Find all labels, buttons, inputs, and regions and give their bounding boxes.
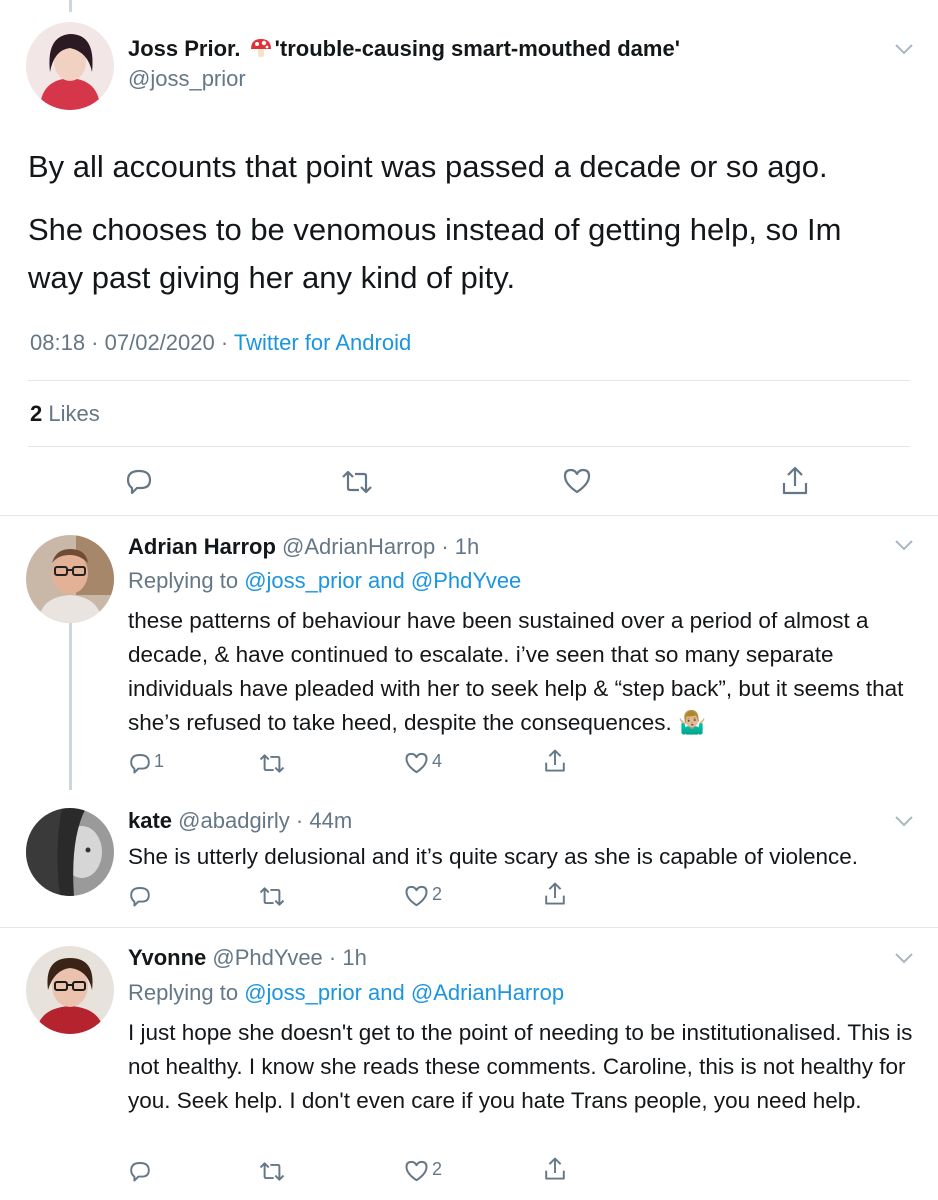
thread-line-adrian-kate [69, 622, 72, 790]
reply-icon[interactable] [128, 884, 152, 908]
like-icon[interactable] [404, 1159, 429, 1183]
mention-link[interactable]: @PhdYvee [411, 568, 521, 593]
reply-count: 1 [154, 751, 165, 771]
chevron-down-icon[interactable] [893, 951, 915, 965]
chevron-down-icon[interactable] [893, 814, 915, 828]
reply-icon[interactable] [128, 1159, 152, 1183]
retweet-icon[interactable] [340, 468, 374, 496]
display-name[interactable]: Adrian Harrop [128, 534, 276, 559]
reply-text: I just hope she doesn't get to the point… [128, 1020, 913, 1113]
tweet-text-paragraph-2: She chooses to be venomous instead of ge… [28, 212, 842, 295]
replying-label: Replying to [128, 980, 239, 1005]
separator-dot: · [322, 945, 343, 970]
display-name-suffix: 'trouble-causing smart-mouthed dame' [274, 36, 680, 61]
adrian-avatar[interactable] [26, 535, 114, 623]
joss-handle[interactable]: @joss_prior [128, 66, 246, 92]
retweet-icon[interactable] [258, 752, 286, 775]
thread-line-top [69, 0, 72, 12]
display-name: Joss Prior. [128, 36, 241, 61]
display-name[interactable]: Yvonne [128, 945, 206, 970]
adrian-header: Adrian Harrop @AdrianHarrop · 1h [128, 534, 479, 560]
shrug-emoji-icon: 🤷🏼‍♂️ [677, 710, 706, 735]
likes-label: Likes [48, 401, 100, 426]
mention-link[interactable]: @joss_prior [244, 980, 362, 1005]
tweet-date[interactable]: 07/02/2020 [105, 330, 215, 355]
joss-avatar[interactable] [26, 22, 114, 110]
handle[interactable]: @PhdYvee [212, 945, 322, 970]
mushroom-emoji-icon [249, 37, 273, 65]
timestamp[interactable]: 44m [309, 808, 352, 833]
handle[interactable]: @abadgirly [178, 808, 290, 833]
tweet-source[interactable]: Twitter for Android [234, 330, 411, 355]
kate-avatar[interactable] [26, 808, 114, 896]
share-icon[interactable] [543, 1156, 567, 1182]
like-icon[interactable] [404, 884, 429, 908]
replying-to: Replying to @joss_prior and @AdrianHarro… [128, 980, 564, 1006]
reply-text: She is utterly delusional and it’s quite… [128, 844, 858, 869]
share-icon[interactable] [543, 748, 567, 774]
tweet-text-paragraph-1: By all accounts that point was passed a … [28, 149, 828, 184]
divider [28, 446, 910, 447]
display-name[interactable]: kate [128, 808, 172, 833]
replying-label: Replying to [128, 568, 239, 593]
timestamp[interactable]: 1h [342, 945, 366, 970]
yvonne-header: Yvonne @PhdYvee · 1h [128, 945, 367, 971]
retweet-icon[interactable] [258, 885, 286, 908]
tweet-meta: 08:18 · 07/02/2020 · Twitter for Android [30, 330, 412, 355]
likes-count: 2 [30, 401, 43, 426]
reply-icon[interactable] [128, 751, 152, 775]
reply-body: these patterns of behaviour have been su… [128, 608, 904, 735]
like-count: 2 [432, 884, 443, 904]
share-icon[interactable] [543, 881, 567, 907]
like-icon[interactable] [404, 751, 429, 775]
mention-link[interactable]: @joss_prior [244, 568, 362, 593]
yvonne-avatar[interactable] [26, 946, 114, 1034]
chevron-down-icon[interactable] [893, 42, 915, 56]
likes-stat[interactable]: 2 Likes [30, 401, 100, 427]
kate-header: kate @abadgirly · 44m [128, 808, 352, 834]
mention-link[interactable]: @AdrianHarrop [411, 980, 564, 1005]
reply-text: these patterns of behaviour have been su… [128, 604, 918, 740]
separator-dot: · [289, 808, 310, 833]
handle[interactable]: @AdrianHarrop [282, 534, 435, 559]
like-icon[interactable] [562, 467, 592, 495]
joss-name-row[interactable]: Joss Prior. 'trouble-causing smart-mouth… [128, 36, 680, 65]
reply-icon[interactable] [124, 466, 154, 496]
share-icon[interactable] [780, 465, 810, 497]
replying-and: and [368, 568, 405, 593]
separator-dot: · [435, 534, 455, 559]
divider [0, 515, 938, 516]
tweet-time[interactable]: 08:18 [30, 330, 85, 355]
retweet-icon[interactable] [258, 1160, 286, 1183]
timestamp[interactable]: 1h [455, 534, 479, 559]
chevron-down-icon[interactable] [893, 538, 915, 552]
like-count: 2 [432, 1159, 443, 1179]
replying-to: Replying to @joss_prior and @PhdYvee [128, 568, 521, 594]
divider [28, 380, 910, 381]
like-count: 4 [432, 751, 443, 771]
divider [0, 927, 938, 928]
replying-and: and [368, 980, 405, 1005]
